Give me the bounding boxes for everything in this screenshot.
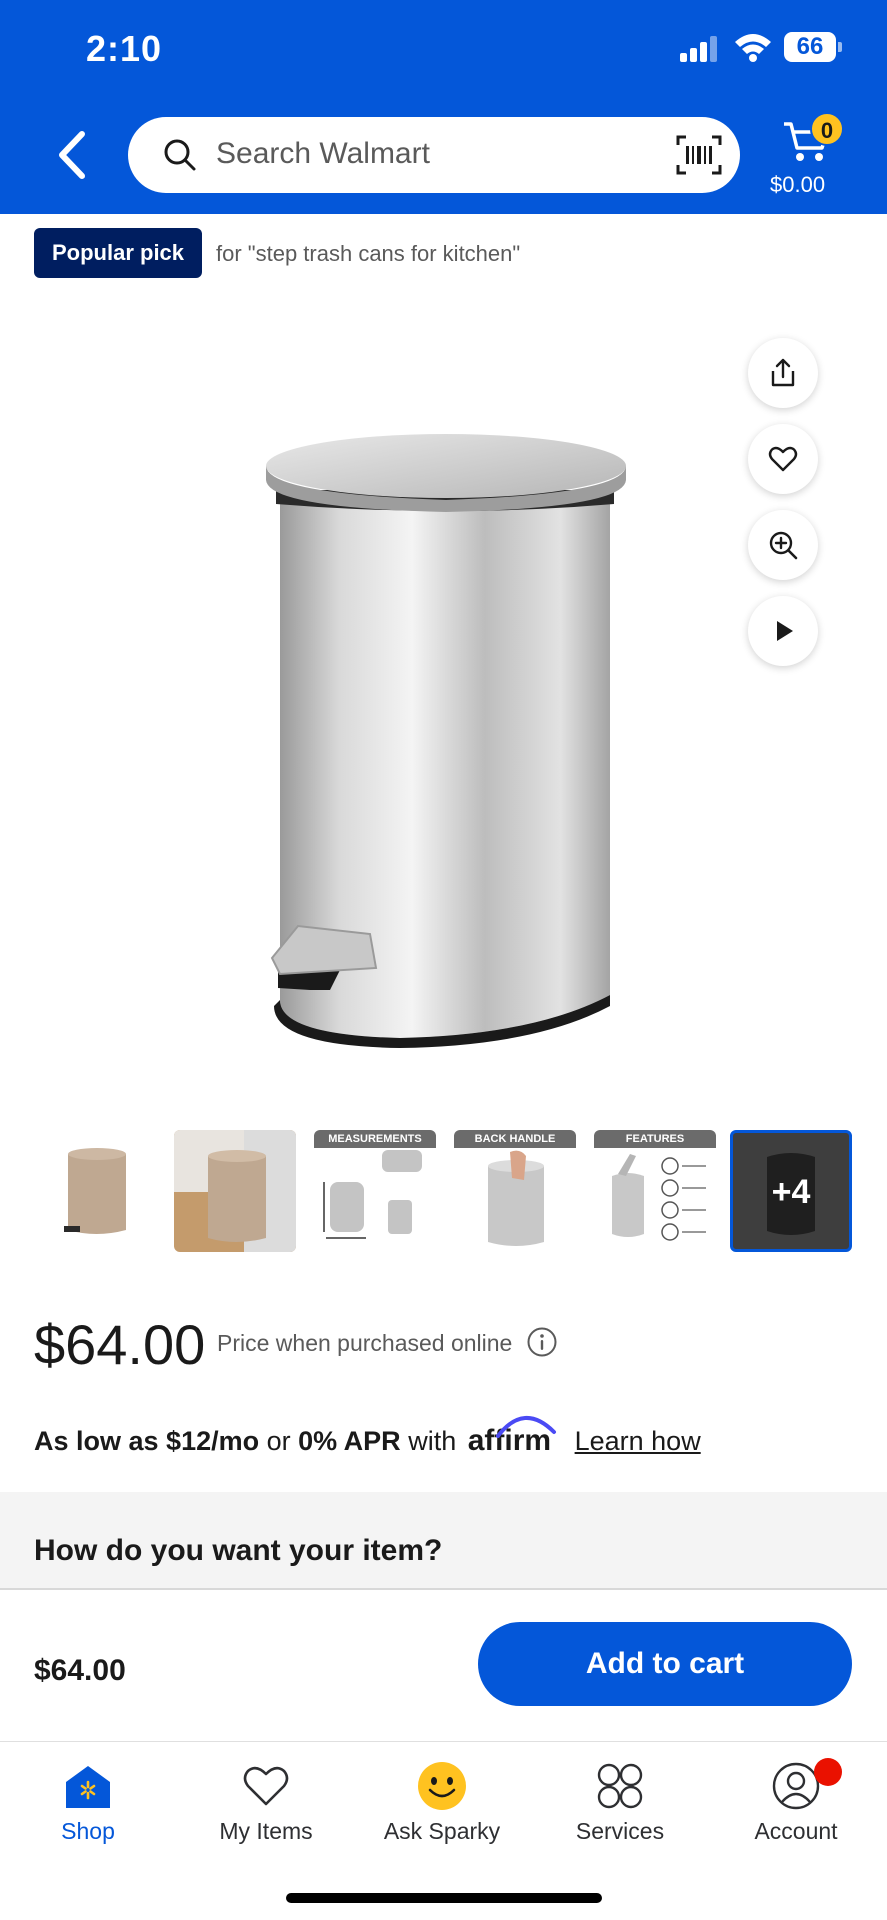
search-input[interactable]: Search Walmart bbox=[128, 117, 740, 193]
add-to-cart-button[interactable]: Add to cart bbox=[478, 1622, 852, 1706]
battery-level: 66 bbox=[784, 32, 836, 62]
financing-monthly: As low as $12/mo bbox=[34, 1426, 260, 1456]
play-icon bbox=[777, 621, 793, 641]
zoom-button[interactable] bbox=[748, 510, 818, 580]
popular-pick-badge: Popular pick bbox=[34, 228, 203, 278]
thumbnail-label: MEASUREMENTS bbox=[314, 1130, 436, 1148]
info-icon[interactable] bbox=[526, 1326, 558, 1358]
thumbnail-measurements[interactable]: MEASUREMENTS bbox=[314, 1130, 436, 1252]
tab-my-items[interactable]: My Items bbox=[186, 1760, 346, 1860]
thumbnail-1[interactable] bbox=[40, 1130, 162, 1252]
battery-indicator: 66 bbox=[784, 32, 842, 62]
tab-label: My Items bbox=[219, 1818, 313, 1844]
financing-or: or bbox=[266, 1426, 291, 1456]
more-images-count: +4 bbox=[771, 1173, 811, 1211]
header: 2:10 66 Search Walmart 0 $0.00 bbox=[0, 0, 887, 214]
video-button[interactable] bbox=[748, 596, 818, 666]
price-note: Price when purchased online bbox=[217, 1330, 513, 1356]
tab-shop[interactable]: Shop bbox=[8, 1760, 168, 1860]
shop-icon bbox=[66, 1766, 110, 1808]
learn-how-link[interactable]: Learn how bbox=[575, 1426, 701, 1456]
heart-icon bbox=[768, 446, 798, 472]
sparky-icon bbox=[418, 1762, 466, 1810]
add-to-cart-bar: $64.00 Add to cart bbox=[0, 1590, 887, 1742]
barcode-scan-icon[interactable] bbox=[676, 135, 722, 175]
thumbnail-label: FEATURES bbox=[594, 1130, 716, 1148]
fulfillment-section[interactable]: How do you want your item? bbox=[0, 1492, 887, 1590]
thumbnail-features[interactable]: FEATURES bbox=[594, 1130, 716, 1252]
tab-account[interactable]: Account bbox=[716, 1758, 876, 1860]
thumbnail-2[interactable] bbox=[174, 1130, 296, 1252]
heart-icon bbox=[243, 1766, 289, 1806]
thumbnail-image bbox=[612, 1154, 706, 1241]
share-icon bbox=[771, 358, 795, 387]
thumbnail-label: BACK HANDLE bbox=[454, 1130, 576, 1148]
thumbnail-strip: MEASUREMENTS BACK HANDLE FEATURES +4 bbox=[40, 1130, 852, 1254]
cart-total: $0.00 bbox=[770, 172, 826, 197]
fulfillment-title: How do you want your item? bbox=[34, 1534, 443, 1567]
tab-label: Ask Sparky bbox=[383, 1818, 501, 1844]
thumbnail-image bbox=[323, 1150, 422, 1239]
thumbnail-image bbox=[174, 1130, 296, 1252]
favorite-button[interactable] bbox=[748, 424, 818, 494]
wifi-icon bbox=[735, 34, 771, 62]
financing-with: with bbox=[408, 1426, 457, 1456]
tab-ask-sparky[interactable]: Ask Sparky bbox=[362, 1760, 522, 1860]
cart-count-badge: 0 bbox=[810, 112, 844, 146]
services-icon bbox=[597, 1763, 643, 1809]
thumbnail-image bbox=[64, 1148, 126, 1234]
search-placeholder: Search Walmart bbox=[216, 137, 430, 170]
thumbnail-more[interactable]: +4 bbox=[730, 1130, 852, 1252]
tab-services[interactable]: Services bbox=[540, 1760, 700, 1860]
share-button[interactable] bbox=[748, 338, 818, 408]
popular-pick-query: for "step trash cans for kitchen" bbox=[216, 241, 521, 266]
financing-apr: 0% APR bbox=[298, 1426, 401, 1456]
tab-label: Shop bbox=[61, 1818, 115, 1844]
affirm-arc-icon bbox=[495, 1415, 556, 1438]
home-indicator bbox=[286, 1893, 602, 1903]
zoom-in-icon bbox=[769, 531, 798, 560]
product-price: $64.00 bbox=[34, 1313, 206, 1376]
thumbnail-image bbox=[488, 1150, 544, 1246]
notification-dot bbox=[814, 1758, 842, 1786]
thumbnail-back-handle[interactable]: BACK HANDLE bbox=[454, 1130, 576, 1252]
bottom-price: $64.00 bbox=[34, 1654, 126, 1687]
back-arrow-icon[interactable] bbox=[52, 128, 92, 182]
affirm-logo: affirm bbox=[464, 1415, 556, 1458]
product-image[interactable] bbox=[250, 410, 640, 1050]
search-icon bbox=[164, 139, 196, 171]
tab-label: Account bbox=[754, 1818, 838, 1844]
cart-button[interactable]: 0 $0.00 bbox=[768, 112, 848, 202]
financing-row: As low as $12/mo or 0% APR with affirm L… bbox=[34, 1415, 701, 1458]
cellular-signal-icon bbox=[680, 36, 717, 62]
tab-label: Services bbox=[575, 1818, 665, 1844]
status-time: 2:10 bbox=[86, 28, 163, 69]
battery-tip bbox=[838, 42, 842, 52]
